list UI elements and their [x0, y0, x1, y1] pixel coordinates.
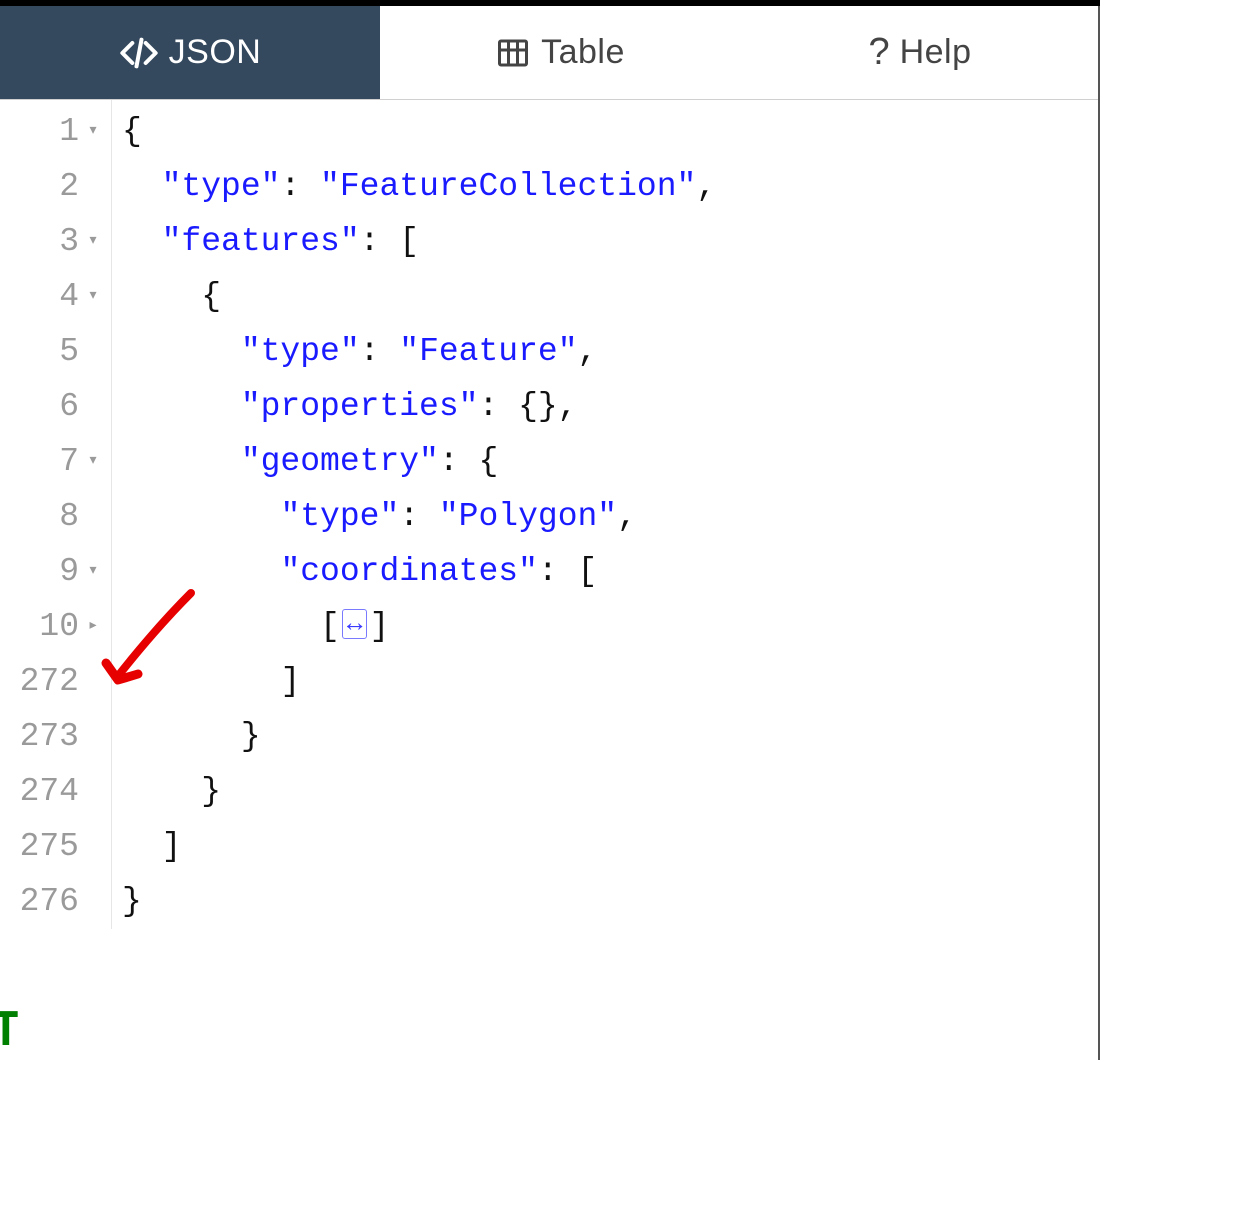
gutter-row[interactable]: 10▸ [0, 599, 111, 654]
fold-toggle-icon[interactable]: ▾ [85, 104, 101, 159]
tab-help[interactable]: ? Help [740, 6, 1100, 99]
gutter-row[interactable]: 1▾ [0, 104, 111, 159]
editor-frame: JSON Table ? Help 1▾ 2 3▾ 4▾ 5 [0, 0, 1100, 1060]
code-icon [119, 33, 159, 73]
gutter-row[interactable]: 2 [0, 159, 111, 214]
code-line[interactable]: "properties": {}, [122, 379, 716, 434]
code-editor[interactable]: 1▾ 2 3▾ 4▾ 5 6 7▾ 8 9▾ 10▸ 272 273 274 2… [0, 100, 1100, 929]
gutter-row[interactable]: 8 [0, 489, 111, 544]
code-line[interactable]: "coordinates": [ [122, 544, 716, 599]
gutter-row[interactable]: 276 [0, 874, 111, 929]
code-line[interactable]: ] [122, 819, 716, 874]
gutter-row[interactable]: 272 [0, 654, 111, 709]
help-icon: ? [868, 31, 889, 74]
gutter-row[interactable]: 3▾ [0, 214, 111, 269]
tab-table-label: Table [541, 33, 625, 72]
code-line[interactable]: "features": [ [122, 214, 716, 269]
code-line[interactable]: "geometry": { [122, 434, 716, 489]
fold-toggle-icon[interactable]: ▸ [85, 599, 101, 654]
tab-help-label: Help [900, 33, 972, 72]
code-line[interactable]: "type": "Feature", [122, 324, 716, 379]
code-line[interactable]: { [122, 104, 716, 159]
line-gutter: 1▾ 2 3▾ 4▾ 5 6 7▾ 8 9▾ 10▸ 272 273 274 2… [0, 100, 112, 929]
gutter-row[interactable]: 275 [0, 819, 111, 874]
code-line[interactable]: } [122, 709, 716, 764]
fold-toggle-icon[interactable]: ▾ [85, 214, 101, 269]
code-line[interactable]: [↔] [122, 599, 716, 654]
fold-toggle-icon[interactable]: ▾ [85, 269, 101, 324]
gutter-row[interactable]: 6 [0, 379, 111, 434]
gutter-row[interactable]: 274 [0, 764, 111, 819]
bottom-left-marker: T [0, 1002, 20, 1056]
gutter-row[interactable]: 9▾ [0, 544, 111, 599]
gutter-row[interactable]: 7▾ [0, 434, 111, 489]
gutter-row[interactable]: 4▾ [0, 269, 111, 324]
code-line[interactable]: "type": "Polygon", [122, 489, 716, 544]
tab-bar: JSON Table ? Help [0, 6, 1100, 100]
code-content[interactable]: { "type": "FeatureCollection", "features… [112, 100, 716, 929]
gutter-row[interactable]: 273 [0, 709, 111, 764]
code-line[interactable]: "type": "FeatureCollection", [122, 159, 716, 214]
collapsed-fold-icon[interactable]: ↔ [342, 609, 368, 639]
code-line[interactable]: } [122, 874, 716, 929]
code-line[interactable]: } [122, 764, 716, 819]
gutter-row[interactable]: 5 [0, 324, 111, 379]
code-line[interactable]: { [122, 269, 716, 324]
table-icon [495, 35, 531, 71]
tab-json-label: JSON [169, 33, 262, 72]
tab-json[interactable]: JSON [0, 6, 380, 99]
fold-toggle-icon[interactable]: ▾ [85, 544, 101, 599]
code-line[interactable]: ] [122, 654, 716, 709]
tab-table[interactable]: Table [380, 6, 740, 99]
fold-toggle-icon[interactable]: ▾ [85, 434, 101, 489]
